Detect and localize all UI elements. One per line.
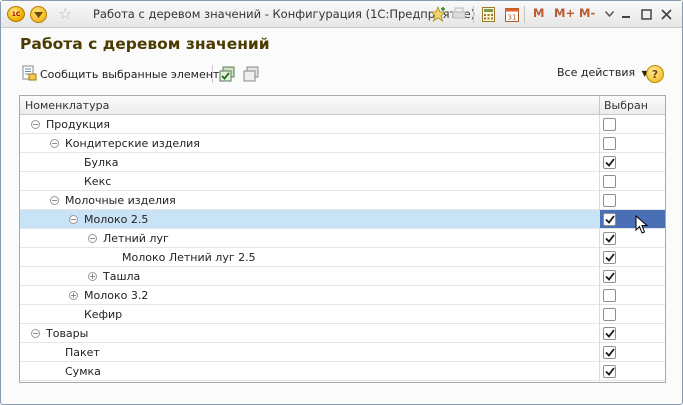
value-tree-table[interactable]: Номенклатура Выбран − Продукция − Кондитерс… [19, 95, 666, 383]
table-row[interactable]: − Молоко 2.5 [20, 210, 665, 229]
row-label: Молочные изделия [65, 194, 176, 207]
table-body: − Продукция − Кондитерские изделия Булка Кекс… [20, 115, 665, 381]
row-label: Ташла [103, 270, 141, 283]
report-selected-label: Сообщить выбранные элементы [40, 67, 229, 81]
selected-checkbox[interactable] [603, 270, 616, 283]
selected-checkbox[interactable] [603, 232, 616, 245]
row-label: Молоко 3.2 [84, 289, 149, 302]
table-row[interactable]: − Товары [20, 324, 665, 343]
row-label: Сумка [65, 365, 101, 378]
minimize-icon[interactable] [617, 5, 635, 23]
add-favorite-icon[interactable] [429, 5, 447, 23]
table-row[interactable]: + Молоко 3.2 [20, 286, 665, 305]
collapse-node-icon[interactable]: − [31, 120, 40, 129]
maximize-icon[interactable] [637, 5, 655, 23]
table-row[interactable]: − Летний луг [20, 229, 665, 248]
table-row[interactable]: Кефир [20, 305, 665, 324]
selected-checkbox[interactable] [603, 251, 616, 264]
titlebar-separator [524, 6, 525, 23]
report-icon [21, 65, 37, 84]
mouse-cursor-icon [635, 215, 649, 234]
svg-text:31: 31 [508, 13, 517, 21]
check-all-icon[interactable] [217, 64, 237, 84]
table-row[interactable]: Сумка [20, 362, 665, 381]
memory-button[interactable]: M [533, 6, 544, 20]
window-title: Работа с деревом значений - Конфигурация… [93, 7, 476, 21]
print-icon[interactable] [450, 5, 468, 23]
form-toolbar: Сообщить выбранные элементы Все действия… [1, 61, 682, 87]
row-label: Кондитерские изделия [65, 137, 200, 150]
collapse-node-icon[interactable]: − [50, 139, 59, 148]
main-menu-icon[interactable] [30, 6, 47, 23]
column-divider [599, 96, 600, 115]
favorite-star-icon[interactable]: ☆ [58, 4, 72, 23]
row-label: Товары [46, 327, 89, 340]
table-row[interactable]: − Кондитерские изделия [20, 134, 665, 153]
memory-plus-button[interactable]: M+ [554, 6, 575, 20]
selected-checkbox[interactable] [603, 213, 616, 226]
table-row[interactable]: Кекс [20, 172, 665, 191]
chevron-down-icon[interactable] [600, 5, 618, 23]
page-title: Работа с деревом значений [20, 35, 270, 53]
table-row[interactable]: Молоко Летний луг 2.5 [20, 248, 665, 267]
selected-checkbox[interactable] [603, 194, 616, 207]
titlebar-separator [473, 6, 474, 23]
all-actions-label: Все действия [557, 66, 636, 79]
table-row[interactable]: + Ташла [20, 267, 665, 286]
expand-node-icon[interactable]: + [69, 291, 78, 300]
toolbar-separator [212, 65, 213, 83]
row-label: Кекс [84, 175, 112, 188]
column-header-selected[interactable]: Выбран [604, 99, 648, 112]
selected-checkbox[interactable] [603, 156, 616, 169]
row-label: Летний луг [103, 232, 169, 245]
collapse-node-icon[interactable]: − [50, 196, 59, 205]
calendar-icon[interactable]: 31 [503, 5, 521, 23]
help-icon[interactable]: ? [646, 65, 664, 83]
uncheck-all-icon[interactable] [241, 64, 261, 84]
selected-checkbox[interactable] [603, 175, 616, 188]
title-bar: 1C ☆ Работа с деревом значений - Конфигу… [1, 1, 682, 28]
close-icon[interactable] [657, 5, 675, 23]
row-label: Молоко Летний луг 2.5 [122, 251, 256, 264]
report-selected-button[interactable]: Сообщить выбранные элементы [21, 64, 228, 84]
collapse-node-icon[interactable]: − [69, 215, 78, 224]
selected-checkbox[interactable] [603, 365, 616, 378]
memory-minus-button[interactable]: M- [579, 6, 595, 20]
table-row[interactable]: − Молочные изделия [20, 191, 665, 210]
table-row[interactable]: − Продукция [20, 115, 665, 134]
column-divider [599, 115, 600, 382]
collapse-node-icon[interactable]: − [31, 329, 40, 338]
table-header: Номенклатура Выбран [20, 96, 665, 115]
calculator-icon[interactable] [479, 5, 497, 23]
selected-checkbox[interactable] [603, 137, 616, 150]
selected-checkbox[interactable] [603, 308, 616, 321]
row-label: Молоко 2.5 [84, 213, 149, 226]
table-row[interactable]: Булка [20, 153, 665, 172]
expand-node-icon[interactable]: + [88, 272, 97, 281]
row-label: Кефир [84, 308, 123, 321]
selected-checkbox[interactable] [603, 118, 616, 131]
column-header-nomenclature[interactable]: Номенклатура [25, 99, 109, 112]
table-row[interactable]: Пакет [20, 343, 665, 362]
all-actions-menu[interactable]: Все действия ▼ [557, 66, 648, 79]
row-label: Булка [84, 156, 119, 169]
collapse-node-icon[interactable]: − [88, 234, 97, 243]
app-logo-icon[interactable]: 1C [7, 6, 25, 22]
row-label: Продукция [46, 118, 110, 131]
row-label: Пакет [65, 346, 100, 359]
app-window: 1C ☆ Работа с деревом значений - Конфигу… [0, 0, 683, 405]
selected-checkbox[interactable] [603, 327, 616, 340]
selected-checkbox[interactable] [603, 289, 616, 302]
selected-checkbox[interactable] [603, 346, 616, 359]
